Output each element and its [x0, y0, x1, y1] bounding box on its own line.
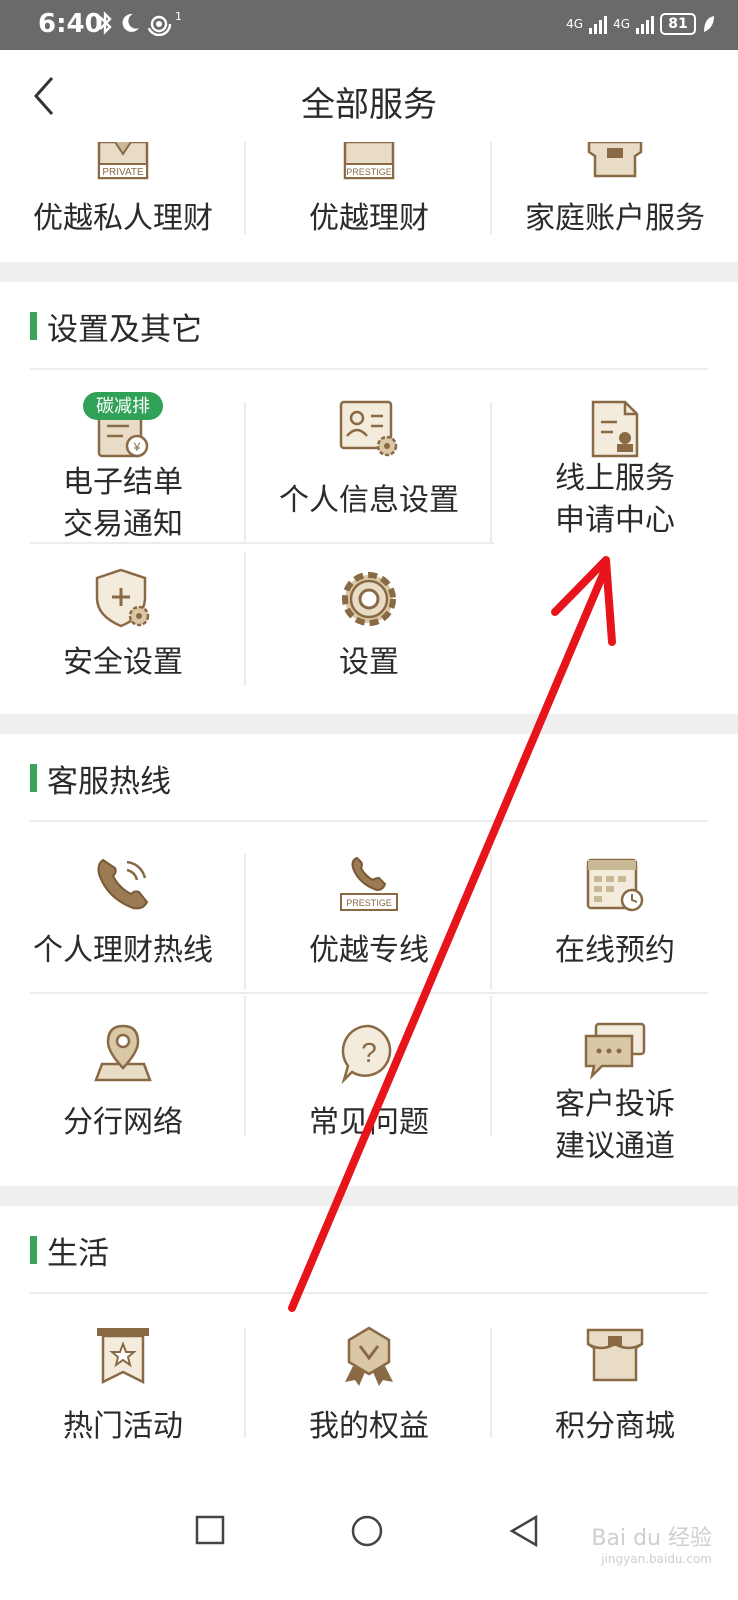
nav-header: 全部服务	[0, 50, 738, 142]
svg-text:碳减排: 碳减排	[96, 396, 150, 417]
signal-icon	[589, 14, 608, 34]
section-header-life: 生活	[30, 1230, 109, 1272]
service-points-mall[interactable]: 积分商城	[492, 1324, 738, 1464]
service-label: 设置	[339, 645, 399, 680]
service-online-booking[interactable]: 在线预约	[492, 850, 738, 990]
leaf-icon	[704, 16, 714, 32]
security-shield-icon	[95, 568, 150, 628]
network-label-1: 4G	[566, 17, 584, 31]
svg-text:PRIVATE: PRIVATE	[102, 167, 144, 178]
service-label: 优越理财	[309, 201, 429, 236]
back-triangle-icon[interactable]	[508, 1514, 540, 1548]
rights-badge-icon	[345, 1326, 393, 1386]
system-nav-bar: Bai du 经验 jingyan.baidu.com	[0, 1480, 738, 1600]
service-label: 积分商城	[555, 1409, 675, 1444]
prestige-phone-icon: PRESTIGE	[340, 856, 398, 911]
svg-text:PRESTIGE: PRESTIGE	[346, 898, 392, 908]
service-label: 电子结单 交易通知	[63, 465, 183, 542]
svg-text:¥: ¥	[133, 440, 141, 454]
online-service-icon	[591, 400, 639, 458]
signal-icon-2	[636, 14, 654, 34]
prestige-badge-icon: PRESTIGE	[343, 142, 395, 180]
svg-text:PRESTIGE: PRESTIGE	[346, 167, 392, 177]
status-time: 6:40	[38, 9, 103, 39]
calendar-icon	[586, 858, 644, 912]
section-header-hotline: 客服热线	[30, 758, 171, 800]
bluetooth-icon	[99, 11, 112, 35]
service-branch-network[interactable]: 分行网络	[0, 1020, 246, 1170]
status-bar: 6:40 1 4G 4G 81	[0, 0, 738, 50]
section-marker	[30, 312, 37, 340]
service-family-account[interactable]: 家庭账户服务	[492, 142, 738, 262]
question-bubble-icon: ?	[341, 1024, 392, 1084]
star-banner-icon	[97, 1328, 149, 1385]
service-security-settings[interactable]: 安全设置	[0, 564, 246, 704]
service-label: 安全设置	[63, 645, 183, 680]
service-label: 优越专线	[309, 933, 429, 968]
service-label: 家庭账户服务	[525, 201, 705, 236]
service-settings[interactable]: 设置	[246, 564, 492, 704]
page-title: 全部服务	[301, 85, 437, 125]
private-badge-icon: PRIVATE	[97, 142, 149, 180]
network-label-2: 4G	[613, 17, 630, 31]
e-statement-icon: ¥ 碳减排	[83, 392, 163, 458]
svg-text:?: ?	[361, 1037, 377, 1068]
service-label: 分行网络	[63, 1105, 183, 1140]
service-profile-settings[interactable]: 个人信息设置	[246, 392, 492, 542]
service-label: 线上服务 申请中心	[555, 461, 675, 538]
hotline-section: 客服热线 个人理财热线 PRESTIGE 优越专线 在线预约 分行网络 ? 常见…	[0, 734, 738, 1186]
hotspot-icon	[147, 11, 172, 36]
service-label: 常见问题	[309, 1105, 429, 1140]
family-account-icon	[587, 142, 643, 178]
service-label: 热门活动	[63, 1409, 183, 1444]
section-marker	[30, 764, 37, 792]
service-prestige-wealth[interactable]: PRESTIGE 优越理财	[246, 142, 492, 262]
phone-icon	[97, 858, 149, 910]
section-header-settings: 设置及其它	[30, 306, 202, 348]
moon-icon	[122, 13, 139, 32]
service-private-wealth[interactable]: PRIVATE 优越私人理财	[0, 142, 246, 262]
service-label: 个人理财热线	[33, 933, 213, 968]
service-label: 客户投诉 建议通道	[555, 1087, 675, 1164]
service-label: 我的权益	[309, 1409, 429, 1444]
chat-bubbles-icon	[584, 1022, 646, 1080]
hotspot-count: 1	[175, 10, 182, 23]
wealth-section: PRIVATE 优越私人理财 PRESTIGE 优越理财 家庭账户服务	[0, 142, 738, 262]
life-section: 生活 热门活动 我的权益 积分商城	[0, 1206, 738, 1480]
service-faq[interactable]: ? 常见问题	[246, 1020, 492, 1170]
store-icon	[586, 1328, 644, 1382]
service-complaint-channel[interactable]: 客户投诉 建议通道	[492, 1020, 738, 1170]
service-online-application[interactable]: 线上服务 申请中心	[492, 392, 738, 542]
service-label: 优越私人理财	[33, 201, 213, 236]
settings-section: 设置及其它 ¥ 碳减排 电子结单 交易通知 个人信息设置 线上服务 申请中心 安…	[0, 282, 738, 714]
recents-square-icon[interactable]	[194, 1514, 226, 1546]
profile-settings-icon	[339, 400, 398, 457]
baidu-watermark: Bai du 经验 jingyan.baidu.com	[591, 1526, 712, 1566]
service-label: 个人信息设置	[279, 483, 459, 518]
service-my-rights[interactable]: 我的权益	[246, 1324, 492, 1464]
gear-icon	[342, 572, 396, 626]
service-wealth-hotline[interactable]: 个人理财热线	[0, 850, 246, 990]
service-label: 在线预约	[555, 933, 675, 968]
map-pin-icon	[94, 1024, 152, 1082]
service-e-statement[interactable]: ¥ 碳减排 电子结单 交易通知	[0, 392, 246, 542]
service-prestige-line[interactable]: PRESTIGE 优越专线	[246, 850, 492, 990]
battery-icon: 81	[660, 13, 696, 35]
service-hot-events[interactable]: 热门活动	[0, 1324, 246, 1464]
section-marker	[30, 1236, 37, 1264]
home-circle-icon[interactable]	[350, 1514, 384, 1548]
